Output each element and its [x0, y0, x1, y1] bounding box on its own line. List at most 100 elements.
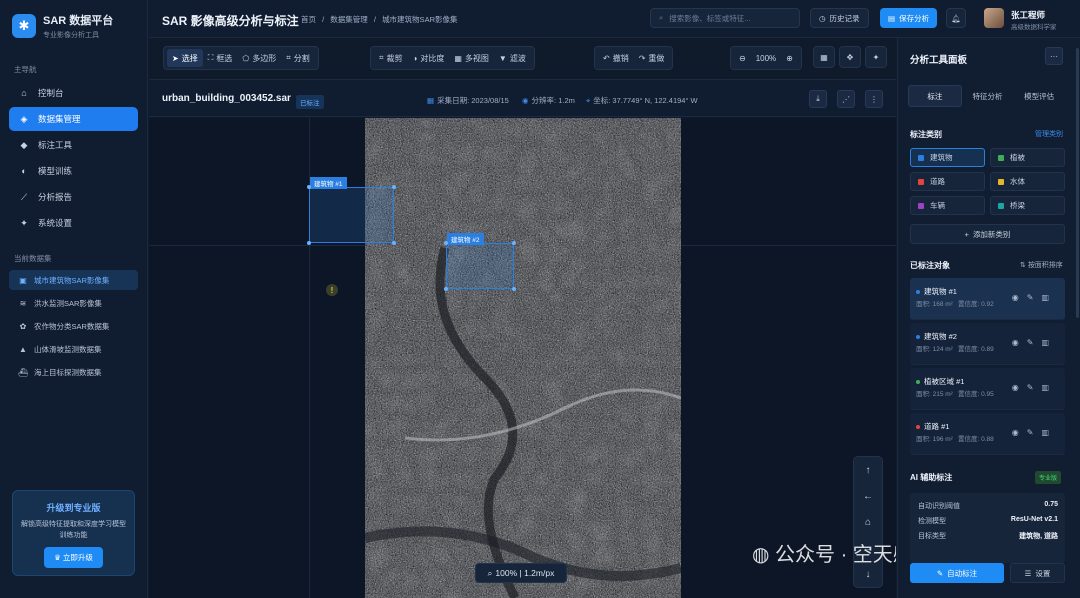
- manage-categories-link[interactable]: 管理类别: [1035, 129, 1063, 139]
- sidebar-item-datasets[interactable]: ◈ 数据集管理: [9, 107, 138, 131]
- sidebar-item-annotate[interactable]: ◆ 标注工具: [9, 133, 138, 157]
- object-item[interactable]: 道路 #1 面积: 196 m² 置信度: 0.88 ◉✎▥: [910, 413, 1065, 455]
- avatar[interactable]: [984, 8, 1004, 28]
- bell-icon: 🔔︎: [951, 13, 961, 23]
- grid-toggle-button[interactable]: ▦: [813, 46, 835, 68]
- breadcrumb: 首页 / 数据集管理 / 城市建筑物SAR影像集: [301, 14, 461, 25]
- trash-icon[interactable]: ▥: [1041, 293, 1057, 302]
- edit-icon[interactable]: ✎: [1027, 338, 1042, 347]
- gear-icon: ✦: [872, 52, 880, 62]
- download-button[interactable]: ⤓: [809, 90, 827, 108]
- view-settings-button[interactable]: ✦: [865, 46, 887, 68]
- tool-label: 裁剪: [386, 53, 403, 63]
- object-item[interactable]: 植被区域 #1 面积: 215 m² 置信度: 0.95 ◉✎▥: [910, 368, 1065, 410]
- eye-icon[interactable]: ◉: [1012, 338, 1027, 347]
- dataset-item-landslide[interactable]: ▲ 山体滑坡监测数据集: [9, 339, 138, 359]
- tab-annotate[interactable]: 标注: [908, 85, 962, 107]
- dataset-item-crop[interactable]: ✿ 农作物分类SAR数据集: [9, 316, 138, 336]
- trash-icon[interactable]: ▥: [1041, 383, 1057, 392]
- breadcrumb-home[interactable]: 首页: [301, 15, 316, 24]
- resize-handle[interactable]: [392, 241, 396, 245]
- object-actions: ◉✎▥: [1012, 383, 1057, 392]
- arrow-left-button[interactable]: ←: [854, 483, 882, 509]
- category-water[interactable]: 水体: [990, 172, 1065, 191]
- dataset-item-urban[interactable]: ▣ 城市建筑物SAR影像集: [9, 270, 138, 290]
- box-tool-button[interactable]: ⛶ 框选: [203, 49, 238, 67]
- sidebar-item-console[interactable]: ⌂ 控制台: [9, 81, 138, 105]
- bbox-building-2[interactable]: 建筑物 #2: [444, 233, 516, 291]
- trash-icon[interactable]: ▥: [1041, 428, 1057, 437]
- color-dot: [916, 335, 920, 340]
- resize-handle[interactable]: [444, 241, 448, 245]
- resize-handle[interactable]: [307, 241, 311, 245]
- eye-icon[interactable]: ◉: [1012, 293, 1027, 302]
- sidebar-item-training[interactable]: ◐ 模型训练: [9, 159, 138, 183]
- history-button[interactable]: ◷ 历史记录: [810, 8, 869, 28]
- category-vegetation[interactable]: 植被: [990, 148, 1065, 167]
- multiview-tool-button[interactable]: ▦ 多视图: [449, 49, 494, 67]
- tab-evaluation[interactable]: 模型评估: [1013, 85, 1065, 107]
- zoom-in-button[interactable]: ⊕: [781, 49, 798, 67]
- edit-icon[interactable]: ✎: [1027, 428, 1042, 437]
- dataset-item-label: 农作物分类SAR数据集: [34, 321, 110, 331]
- object-item[interactable]: 建筑物 #1 面积: 168 m² 置信度: 0.92 ◉✎▥: [910, 278, 1065, 320]
- arrow-up-button[interactable]: ↑: [854, 457, 882, 483]
- category-bridge[interactable]: 桥梁: [990, 196, 1065, 215]
- object-name-text: 建筑物 #1: [924, 287, 957, 296]
- edit-icon[interactable]: ✎: [1027, 383, 1042, 392]
- dataset-item-flood[interactable]: ≋ 洪水监测SAR影像集: [9, 293, 138, 313]
- eye-icon[interactable]: ◉: [1012, 428, 1027, 437]
- category-building[interactable]: 建筑物: [910, 148, 985, 167]
- edit-icon[interactable]: ✎: [1027, 293, 1042, 302]
- zoom-out-button[interactable]: ⊖: [734, 49, 751, 67]
- object-item[interactable]: 建筑物 #2 面积: 124 m² 置信度: 0.89 ◉✎▥: [910, 323, 1065, 365]
- pan-controls: ↑ ← ⌂ → ↓: [853, 456, 883, 588]
- history-label: 历史记录: [829, 13, 860, 23]
- resize-handle[interactable]: [444, 287, 448, 291]
- more-button[interactable]: ⋮: [865, 90, 883, 108]
- select-tool-button[interactable]: ➤ 选择: [167, 49, 203, 67]
- sidebar-item-settings[interactable]: ✦ 系统设置: [9, 211, 138, 235]
- share-button[interactable]: ⋰: [837, 90, 855, 108]
- image-canvas[interactable]: 建筑物 #1 建筑物 #2 ! ↑ ← ⌂ → ↓ ⌕ 100% | 1.2m/p…: [149, 118, 896, 598]
- trash-icon[interactable]: ▥: [1041, 338, 1057, 347]
- filter-tool-button[interactable]: ▼ 滤波: [494, 49, 531, 67]
- sidebar-item-reports[interactable]: ⟋ 分析报告: [9, 185, 138, 209]
- logo-icon: ✱: [12, 14, 36, 38]
- save-analysis-button[interactable]: ▤ 保存分析: [880, 8, 938, 28]
- categories-title: 标注类别: [910, 130, 942, 139]
- add-category-button[interactable]: + 添加新类别: [910, 224, 1065, 244]
- upgrade-button[interactable]: ♛ 立即升级: [44, 547, 103, 568]
- warning-icon[interactable]: !: [326, 284, 338, 296]
- category-road[interactable]: 道路: [910, 172, 985, 191]
- segment-tool-button[interactable]: ⌗ 分割: [281, 49, 315, 67]
- watermark: ◍ 公众号 · 空天感知: [752, 538, 896, 567]
- bbox-building-1[interactable]: 建筑物 #1: [307, 177, 396, 245]
- resize-handle[interactable]: [307, 185, 311, 189]
- scrollbar[interactable]: [1076, 48, 1079, 318]
- resize-handle[interactable]: [512, 241, 516, 245]
- panel-more-button[interactable]: ···: [1045, 47, 1063, 65]
- ai-settings-button[interactable]: ☰ 设置: [1010, 563, 1065, 583]
- eye-icon[interactable]: ◉: [1012, 383, 1027, 392]
- category-vehicle[interactable]: 车辆: [910, 196, 985, 215]
- redo-button[interactable]: ↷ 重做: [634, 49, 670, 67]
- dataset-item-maritime[interactable]: ⛴ 海上目标探测数据集: [9, 362, 138, 382]
- pan-button[interactable]: ✥: [839, 46, 861, 68]
- polygon-tool-button[interactable]: ⬠ 多边形: [237, 49, 281, 67]
- undo-button[interactable]: ↶ 撤销: [598, 49, 634, 67]
- ai-row: 自动识别阈值 0.75: [918, 501, 1058, 511]
- breadcrumb-datasets[interactable]: 数据集管理: [330, 15, 368, 24]
- home-view-button[interactable]: ⌂: [854, 509, 882, 535]
- crop-tool-button[interactable]: ⌗ 裁剪: [374, 49, 408, 67]
- tab-features[interactable]: 特征分析: [962, 85, 1014, 107]
- notification-button[interactable]: 🔔︎: [946, 8, 966, 28]
- brand-title: SAR 数据平台: [43, 15, 114, 27]
- resize-handle[interactable]: [392, 185, 396, 189]
- resize-handle[interactable]: [512, 287, 516, 291]
- sort-button[interactable]: ⇅ 按面积排序: [1020, 260, 1063, 270]
- contrast-tool-button[interactable]: ◑ 对比度: [408, 49, 450, 67]
- sidebar-item-label: 模型训练: [38, 166, 73, 176]
- search-input[interactable]: ⌕ 搜索影像、标签或特征...: [650, 8, 800, 28]
- auto-annotate-button[interactable]: ✎ 自动标注: [910, 563, 1004, 583]
